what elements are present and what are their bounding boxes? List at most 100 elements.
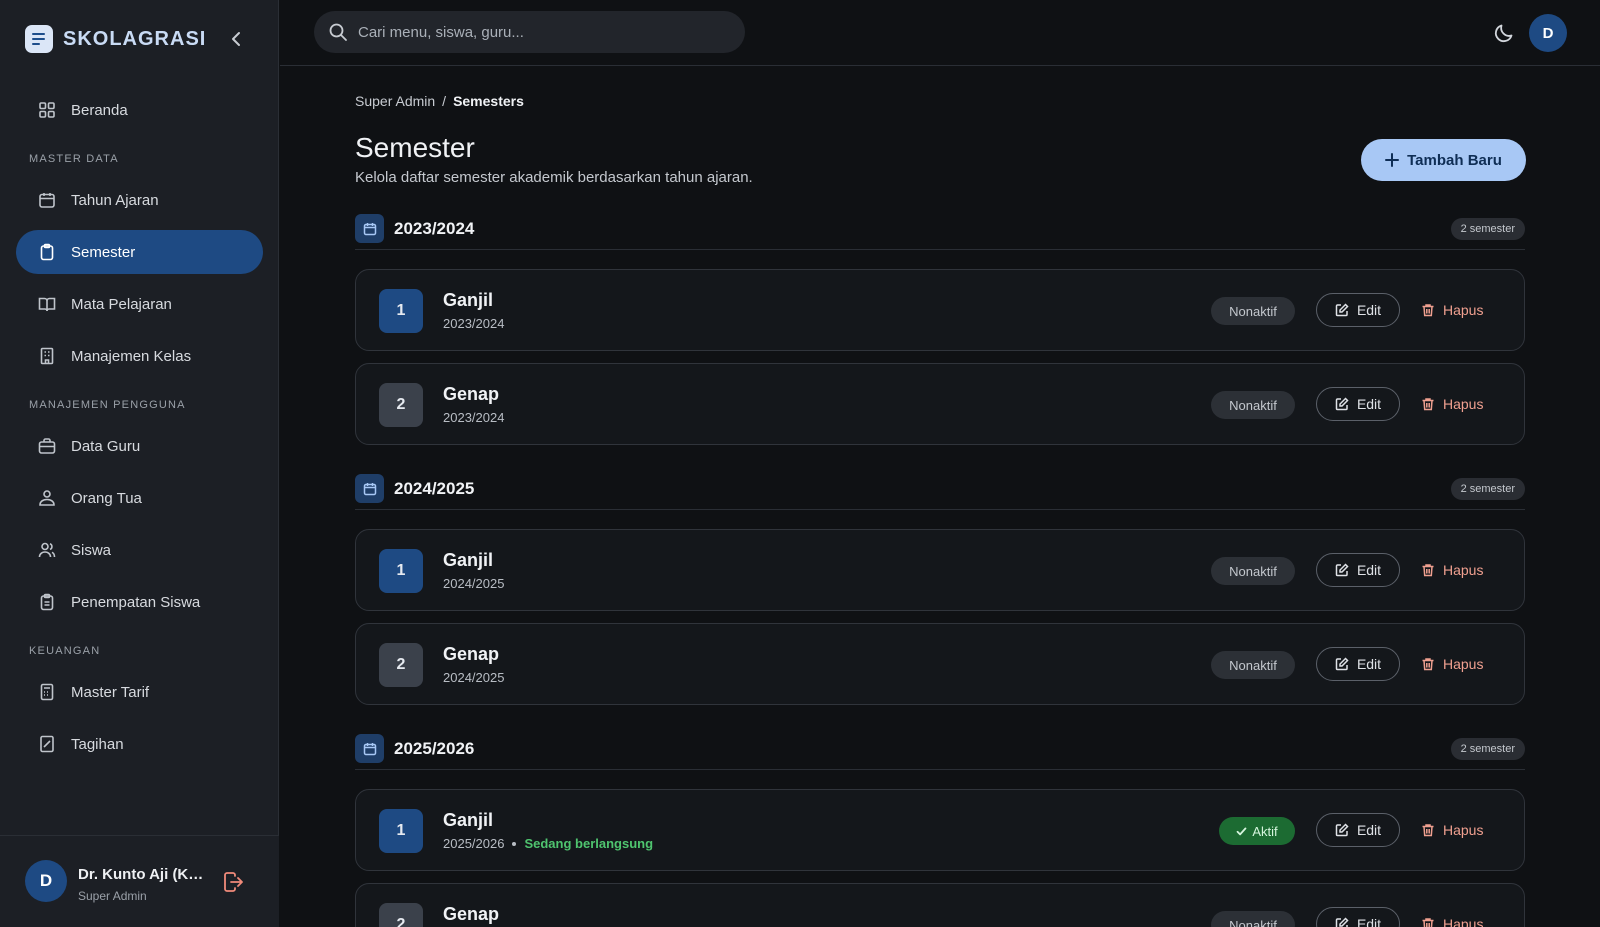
semester-name: Ganjil: [443, 550, 494, 570]
sidebar-item-label: Master Tarif: [71, 683, 150, 701]
edit-label: Edit: [1356, 822, 1382, 838]
edit-icon: [1335, 303, 1349, 317]
semester-year-text: 2023/2024: [443, 316, 505, 331]
semester-row: 1 Ganjil 2024/2025 Nonaktif Edit Hapus: [355, 529, 1525, 611]
trash-icon: [1421, 563, 1435, 577]
brand[interactable]: SKOLAGRASI: [25, 25, 206, 53]
status-badge: Nonaktif: [1211, 391, 1295, 419]
sidebar-item-data-guru[interactable]: Data Guru: [16, 424, 263, 468]
logout-icon[interactable]: [222, 871, 244, 898]
semester-count-badge: 2 semester: [1450, 478, 1525, 500]
sidebar-item-label: Tahun Ajaran: [71, 191, 159, 209]
breadcrumb: Super Admin / Semesters: [355, 93, 524, 109]
semester-year-text: 2023/2024: [443, 410, 505, 425]
year-title: 2024/2025: [394, 479, 475, 498]
search-input[interactable]: [358, 23, 718, 41]
trash-icon: [1421, 303, 1435, 317]
edit-button[interactable]: Edit: [1316, 813, 1400, 847]
delete-button[interactable]: Hapus: [1421, 293, 1483, 327]
trash-icon: [1421, 657, 1435, 671]
semester-count-badge: 2 semester: [1450, 738, 1525, 760]
sidebar-item-label: Tagihan: [71, 735, 124, 753]
semester-name: Ganjil: [443, 290, 494, 310]
semester-name: Ganjil: [443, 810, 494, 830]
separator-dot: [512, 841, 517, 846]
delete-button[interactable]: Hapus: [1421, 647, 1483, 681]
sidebar-item-label: Mata Pelajaran: [71, 295, 172, 313]
sidebar-item-semester[interactable]: Semester: [16, 230, 263, 274]
edit-button[interactable]: Edit: [1316, 387, 1400, 421]
sidebar-item-penempatan-siswa[interactable]: Penempatan Siswa: [16, 580, 263, 624]
sidebar-item-master-tarif[interactable]: Master Tarif: [16, 670, 263, 714]
delete-button[interactable]: Hapus: [1421, 813, 1483, 847]
avatar[interactable]: D: [1529, 14, 1567, 52]
trash-icon: [1421, 823, 1435, 837]
semester-number: 1: [379, 289, 423, 333]
semester-year: 2025/2026 Sedang berlangsung: [443, 836, 653, 851]
semester-year: 2023/2024: [443, 316, 504, 331]
add-semester-button[interactable]: Tambah Baru: [1361, 139, 1526, 181]
year-group-header: 2023/2024 2 semester: [355, 214, 1525, 250]
check-icon: [1236, 827, 1247, 835]
year-group-header: 2024/2025 2 semester: [355, 474, 1525, 510]
sidebar-item-tahun-ajaran[interactable]: Tahun Ajaran: [16, 178, 263, 222]
edit-button[interactable]: Edit: [1316, 293, 1400, 327]
sidebar-item-beranda[interactable]: Beranda: [16, 88, 263, 132]
sidebar-item-label: Data Guru: [71, 437, 141, 455]
chevron-left-icon[interactable]: [226, 28, 246, 50]
sidebar-item-orang-tua[interactable]: Orang Tua: [16, 476, 263, 520]
sidebar-item-manajemen-kelas[interactable]: Manajemen Kelas: [16, 334, 263, 378]
semester-row: 2 Genap 2024/2025 Nonaktif Edit Hapus: [355, 623, 1525, 705]
semester-count-badge: 2 semester: [1450, 218, 1525, 240]
section-label-master-data: MASTER DATA: [29, 153, 119, 165]
delete-label: Hapus: [1443, 916, 1484, 927]
grid-icon: [37, 100, 57, 120]
search-bar: [314, 11, 745, 53]
user-group-icon: [37, 540, 57, 560]
sidebar-item-label: Beranda: [71, 101, 128, 119]
trash-icon: [1421, 917, 1435, 927]
briefcase-icon: [37, 436, 57, 456]
breadcrumb-separator: /: [442, 93, 447, 109]
sidebar-item-label: Siswa: [71, 541, 112, 559]
edit-button[interactable]: Edit: [1316, 553, 1400, 587]
sidebar-nav: Beranda MASTER DATA Tahun Ajaran Semeste…: [16, 88, 263, 774]
status-label: Aktif: [1252, 823, 1278, 839]
moon-icon[interactable]: [1493, 22, 1515, 49]
semester-number: 1: [379, 549, 423, 593]
semester-row: 2 Genap 2023/2024 Nonaktif Edit Hapus: [355, 363, 1525, 445]
semester-number: 2: [379, 903, 423, 927]
delete-button[interactable]: Hapus: [1421, 387, 1483, 421]
users-icon: [37, 488, 57, 508]
search-icon: [328, 22, 348, 42]
calendar-icon: [355, 734, 384, 763]
building-icon: [37, 346, 57, 366]
semester-name: Genap: [443, 904, 500, 924]
semester-year-text: 2024/2025: [443, 670, 505, 685]
clipboard-list-icon: [37, 592, 57, 612]
delete-label: Hapus: [1443, 302, 1484, 318]
delete-button[interactable]: Hapus: [1421, 553, 1483, 587]
semester-row: 2 Genap Nonaktif Edit Hapus: [355, 883, 1525, 927]
sidebar-item-siswa[interactable]: Siswa: [16, 528, 263, 572]
delete-button[interactable]: Hapus: [1421, 907, 1483, 927]
calculator-icon: [37, 682, 57, 702]
semester-number: 2: [379, 383, 423, 427]
status-badge: Nonaktif: [1211, 557, 1295, 585]
book-icon: [37, 294, 57, 314]
edit-icon: [1335, 823, 1349, 837]
clipboard-icon: [37, 242, 57, 262]
breadcrumb-current: Semesters: [453, 93, 524, 109]
sidebar-item-mata-pelajaran[interactable]: Mata Pelajaran: [16, 282, 263, 326]
sidebar-item-label: Penempatan Siswa: [71, 593, 201, 611]
trash-icon: [1421, 397, 1435, 411]
edit-button[interactable]: Edit: [1316, 907, 1400, 927]
section-label-manajemen-pengguna: MANAJEMEN PENGGUNA: [29, 399, 186, 411]
edit-button[interactable]: Edit: [1316, 647, 1400, 681]
breadcrumb-root[interactable]: Super Admin: [355, 93, 435, 109]
sidebar-item-tagihan[interactable]: Tagihan: [16, 722, 263, 766]
avatar[interactable]: D: [25, 860, 67, 902]
status-badge: Nonaktif: [1211, 651, 1295, 679]
calendar-icon: [355, 474, 384, 503]
edit-icon: [1335, 917, 1349, 927]
